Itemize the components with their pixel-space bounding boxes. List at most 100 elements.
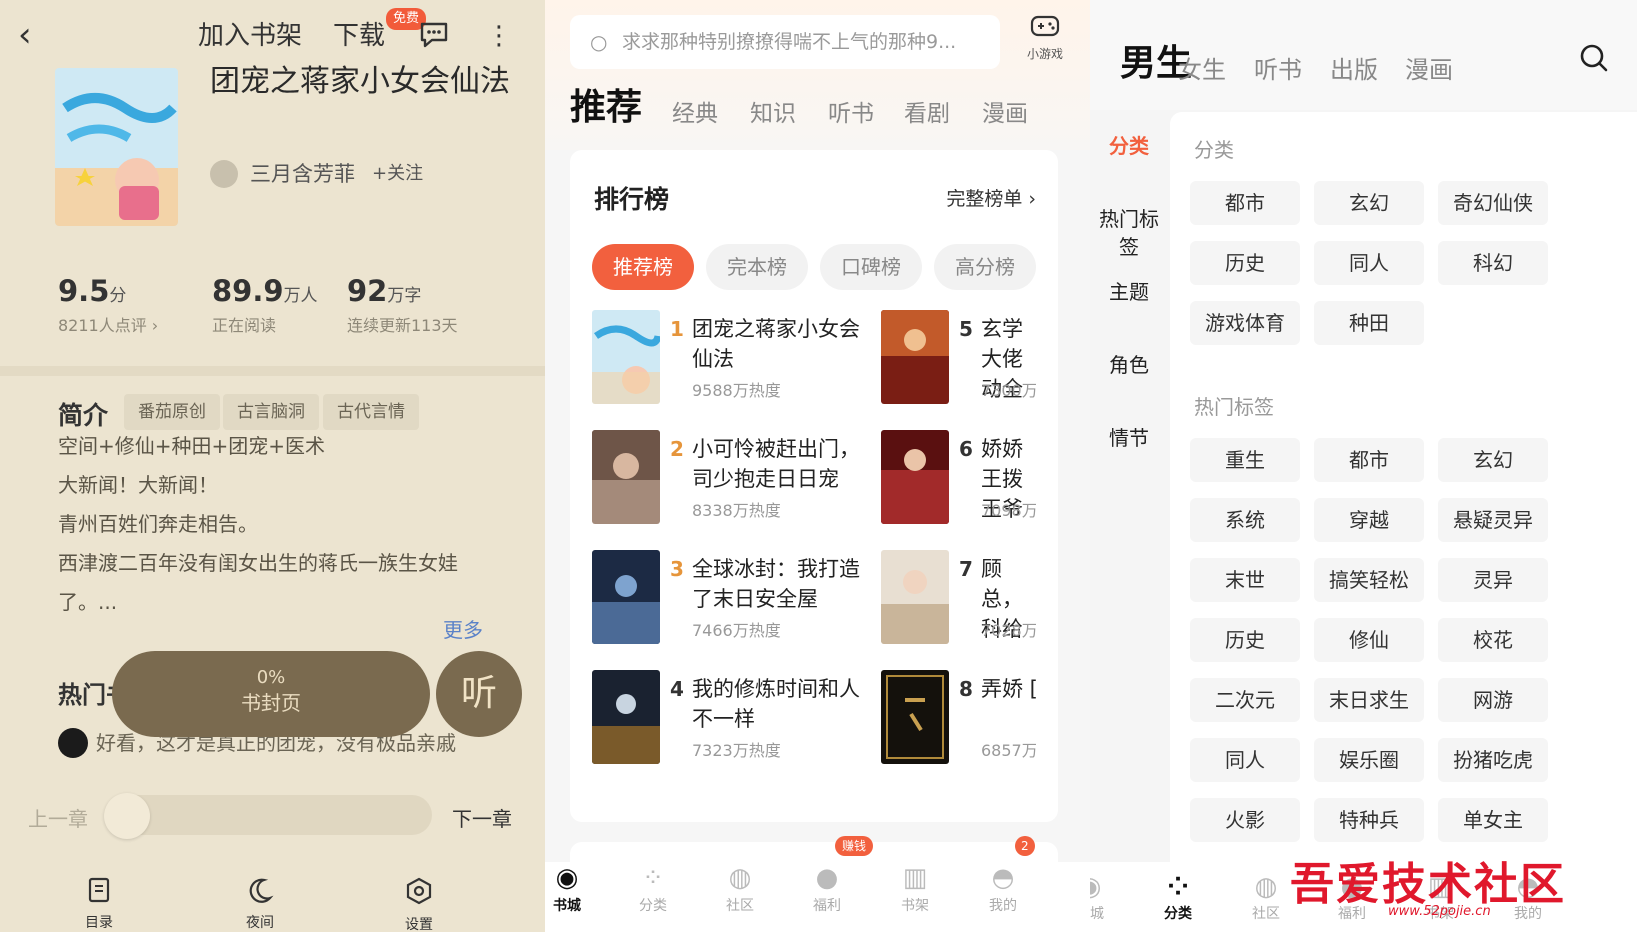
search-icon[interactable] bbox=[1578, 42, 1610, 82]
add-to-shelf-button[interactable]: 加入书架 bbox=[198, 20, 302, 52]
stat-unit: 万人 bbox=[283, 286, 318, 306]
tab-publishing[interactable]: 出版 bbox=[1330, 54, 1378, 86]
tab-comics[interactable]: 漫画 bbox=[1405, 54, 1453, 86]
slider-handle[interactable] bbox=[104, 793, 150, 839]
book-cover[interactable] bbox=[55, 68, 178, 226]
category-chip[interactable]: 穿越 bbox=[1314, 498, 1424, 542]
progress-percent: 0% bbox=[256, 667, 286, 688]
rank-item[interactable]: 3 全球冰封：我打造了末日安全屋 7466万热度 bbox=[592, 550, 862, 644]
rank-tab-recommend[interactable]: 推荐榜 bbox=[592, 244, 694, 290]
back-icon[interactable]: ‹ bbox=[18, 18, 40, 52]
side-item-plot[interactable]: 情节 bbox=[1090, 424, 1168, 452]
cover-page-overlay[interactable]: 0% 书封页 bbox=[112, 651, 430, 737]
download-button[interactable]: 下载 bbox=[333, 20, 385, 52]
category-chip[interactable]: 同人 bbox=[1314, 241, 1424, 285]
category-chip[interactable]: 重生 bbox=[1190, 438, 1300, 482]
category-chip[interactable]: 火影 bbox=[1190, 798, 1300, 842]
listen-button[interactable]: 听 bbox=[436, 651, 522, 737]
more-link[interactable]: 更多 bbox=[443, 614, 483, 643]
category-chip[interactable]: 灵异 bbox=[1438, 558, 1548, 602]
category-chip[interactable]: 娱乐圈 bbox=[1314, 738, 1424, 782]
tab-audiobook[interactable]: 听书 bbox=[1254, 54, 1302, 86]
rank-heat: 7300万 bbox=[981, 381, 1036, 400]
category-chip[interactable]: 都市 bbox=[1190, 181, 1300, 225]
author-name[interactable]: 三月含芳菲 bbox=[250, 160, 355, 188]
tab-knowledge[interactable]: 知识 bbox=[750, 98, 796, 130]
rank-heat: 7466万热度 bbox=[692, 621, 781, 640]
nav-profile[interactable]: ◓ 我的 bbox=[973, 862, 1033, 916]
category-chip[interactable]: 历史 bbox=[1190, 241, 1300, 285]
category-chip[interactable]: 玄幻 bbox=[1438, 438, 1548, 482]
category-chip[interactable]: 末日求生 bbox=[1314, 678, 1424, 722]
category-chip[interactable]: 扮猪吃虎 bbox=[1438, 738, 1548, 782]
rank-tab-reputation[interactable]: 口碑榜 bbox=[820, 244, 922, 290]
rank-item[interactable]: 4 我的修炼时间和人不一样 7323万热度 bbox=[592, 670, 862, 764]
category-chip[interactable]: 末世 bbox=[1190, 558, 1300, 602]
next-chapter-button[interactable]: 下一章 bbox=[452, 803, 512, 832]
category-chip[interactable]: 历史 bbox=[1190, 618, 1300, 662]
rank-item[interactable]: 7 顾总，科给你 7028万 bbox=[881, 550, 1036, 644]
category-chip[interactable]: 科幻 bbox=[1438, 241, 1548, 285]
nav-bookshelf[interactable]: ▥ 书架 bbox=[885, 862, 945, 916]
book-tag[interactable]: 古言脑洞 bbox=[223, 394, 319, 430]
rank-item[interactable]: 5 玄学大佬动全世 7300万 bbox=[881, 310, 1036, 404]
category-chip[interactable]: 校花 bbox=[1438, 618, 1548, 662]
category-chip[interactable]: 悬疑灵异 bbox=[1438, 498, 1548, 542]
tab-comics[interactable]: 漫画 bbox=[982, 98, 1028, 130]
search-input[interactable]: ○ 求求那种特别撩撩得喘不上气的那种9... bbox=[570, 15, 1000, 69]
rank-item[interactable]: 2 小可怜被赶出门，司少抱走日日宠 8338万热度 bbox=[592, 430, 862, 524]
avatar[interactable] bbox=[58, 728, 88, 758]
nav-category[interactable]: ⁘ 分类 bbox=[623, 862, 683, 916]
tab-classic[interactable]: 经典 bbox=[672, 98, 718, 130]
intro-line: 西津渡二百年没有闺女出生的蒋氏一族生女娃 bbox=[58, 551, 458, 575]
book-tag[interactable]: 古代言情 bbox=[323, 394, 419, 430]
rating-stat[interactable]: 9.5分 8211人点评 › bbox=[58, 274, 158, 338]
nav-community[interactable]: ◍ 社区 bbox=[710, 862, 770, 916]
category-chip[interactable]: 特种兵 bbox=[1314, 798, 1424, 842]
category-chip[interactable]: 二次元 bbox=[1190, 678, 1300, 722]
nav-bookstore[interactable]: ◉ 书城 bbox=[1090, 872, 1120, 924]
category-chip[interactable]: 奇幻仙侠 bbox=[1438, 181, 1548, 225]
category-chip[interactable]: 系统 bbox=[1190, 498, 1300, 542]
tab-catalog[interactable]: 目录 bbox=[64, 876, 134, 932]
nav-community[interactable]: ◍ 社区 bbox=[1236, 872, 1296, 924]
follow-button[interactable]: +关注 bbox=[372, 162, 423, 186]
prev-chapter-button[interactable]: 上一章 bbox=[28, 803, 88, 832]
chapter-slider[interactable] bbox=[104, 795, 432, 835]
rank-tab-completed[interactable]: 完本榜 bbox=[706, 244, 808, 290]
category-chip[interactable]: 玄幻 bbox=[1314, 181, 1424, 225]
tab-settings[interactable]: 设置 bbox=[384, 876, 454, 932]
rank-item[interactable]: 8 弄娇 [ 6857万 bbox=[881, 670, 1036, 764]
nav-label: 社区 bbox=[726, 898, 754, 914]
category-chip[interactable]: 搞笑轻松 bbox=[1314, 558, 1424, 602]
nav-welfare[interactable]: ● 福利 bbox=[797, 862, 857, 916]
rank-tab-high-score[interactable]: 高分榜 bbox=[934, 244, 1036, 290]
category-chip[interactable]: 网游 bbox=[1438, 678, 1548, 722]
rank-item[interactable]: 1 团宠之蒋家小女会仙法 9588万热度 bbox=[592, 310, 862, 404]
side-item-category[interactable]: 分类 bbox=[1090, 132, 1168, 160]
category-chip[interactable]: 同人 bbox=[1190, 738, 1300, 782]
side-item-theme[interactable]: 主题 bbox=[1090, 278, 1168, 306]
category-chip[interactable]: 单女主 bbox=[1438, 798, 1548, 842]
more-menu-icon[interactable]: ⋮ bbox=[486, 20, 512, 52]
side-item-hot-tags[interactable]: 热门标签 bbox=[1090, 205, 1168, 261]
tab-audiobook[interactable]: 听书 bbox=[828, 98, 874, 130]
tab-drama[interactable]: 看剧 bbox=[904, 98, 950, 130]
book-tag[interactable]: 番茄原创 bbox=[124, 394, 220, 430]
full-list-link[interactable]: 完整榜单 › bbox=[946, 184, 1036, 211]
rank-item[interactable]: 6 娇娇王拨王爷 7098万 bbox=[881, 430, 1036, 524]
comment-icon[interactable] bbox=[418, 20, 450, 58]
category-chip[interactable]: 种田 bbox=[1314, 301, 1424, 345]
category-chip[interactable]: 游戏体育 bbox=[1190, 301, 1300, 345]
category-chip[interactable]: 修仙 bbox=[1314, 618, 1424, 662]
side-item-role[interactable]: 角色 bbox=[1090, 351, 1168, 379]
nav-bookstore[interactable]: ◉ 书城 bbox=[545, 862, 597, 916]
tab-night-mode[interactable]: 夜间 bbox=[225, 876, 295, 932]
nav-category[interactable]: ⁘ 分类 bbox=[1148, 872, 1208, 924]
tab-recommend[interactable]: 推荐 bbox=[570, 86, 642, 130]
tab-female[interactable]: 女生 bbox=[1178, 54, 1226, 86]
category-chip[interactable]: 都市 bbox=[1314, 438, 1424, 482]
author-avatar[interactable] bbox=[210, 160, 238, 188]
section-divider bbox=[0, 366, 545, 376]
minigame-button[interactable]: 小游戏 bbox=[1020, 14, 1070, 62]
